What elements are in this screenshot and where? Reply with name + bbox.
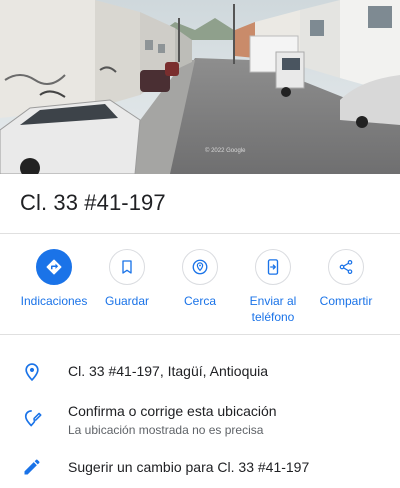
confirm-location-title: Confirma o corrige esta ubicación	[68, 403, 277, 419]
save-label: Guardar	[104, 294, 150, 308]
suggest-edit-row[interactable]: Sugerir un cambio para Cl. 33 #41-197	[0, 448, 400, 484]
place-title: Cl. 33 #41-197	[20, 190, 166, 215]
street-view-image[interactable]: © 2022 Google	[0, 0, 400, 174]
share-button[interactable]: Compartir	[306, 249, 386, 309]
nearby-button[interactable]: Cerca	[160, 249, 240, 309]
address-row[interactable]: Cl. 33 #41-197, Itagüí, Antioquia	[0, 352, 400, 392]
streetview-watermark: © 2022 Google	[205, 147, 246, 154]
bookmark-icon	[109, 249, 145, 285]
nearby-label: Cerca	[183, 294, 216, 308]
directions-label: Indicaciones	[20, 294, 88, 308]
address-text: Cl. 33 #41-197, Itagüí, Antioquia	[68, 363, 269, 379]
directions-icon	[36, 249, 72, 285]
share-label: Compartir	[319, 294, 373, 308]
directions-button[interactable]: Indicaciones	[14, 249, 94, 309]
share-icon	[328, 249, 364, 285]
suggest-edit-text: Sugerir un cambio para Cl. 33 #41-197	[68, 459, 310, 475]
pencil-icon	[22, 457, 42, 477]
place-header: Cl. 33 #41-197	[0, 174, 400, 234]
send-to-phone-label: Enviar al teléfono	[249, 294, 297, 324]
nearby-icon	[182, 249, 218, 285]
location-pin-icon	[22, 362, 42, 382]
edit-location-icon	[22, 408, 42, 428]
street-view-photo: © 2022 Google	[0, 0, 400, 174]
confirm-location-row[interactable]: Confirma o corrige esta ubicación La ubi…	[0, 398, 400, 442]
send-to-phone-icon	[255, 249, 291, 285]
send-to-phone-button[interactable]: Enviar al teléfono	[233, 249, 313, 325]
confirm-location-subtitle: La ubicación mostrada no es precisa	[68, 423, 264, 437]
save-button[interactable]: Guardar	[87, 249, 167, 309]
action-bar: Indicaciones Guardar Cerca Enviar al tel…	[0, 235, 400, 335]
